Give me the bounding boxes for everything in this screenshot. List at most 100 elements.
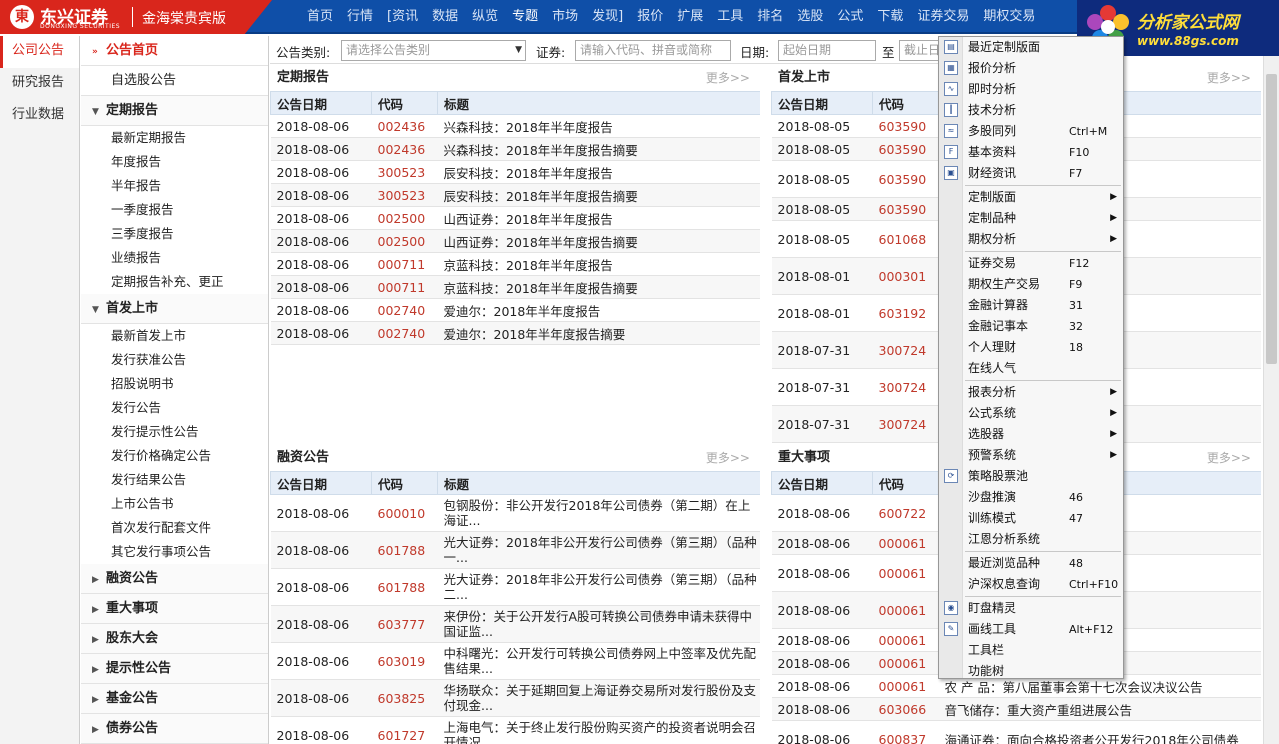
tree-section-collapsed[interactable]: ▶ 基金公告 <box>81 684 268 714</box>
menu-item[interactable]: 金融计算器 31 <box>939 295 1123 316</box>
menu-item[interactable]: 金融记事本 32 <box>939 316 1123 337</box>
cell-code[interactable]: 603777 <box>371 605 438 643</box>
cell-title[interactable]: 京蓝科技：2018年半年度报告摘要 <box>437 275 760 299</box>
column-header[interactable]: 标题 <box>437 471 760 495</box>
cell-title[interactable]: 光大证券：2018年非公开发行公司债券（第三期）（品种一... <box>437 531 760 569</box>
nav-item[interactable]: 纵览 <box>465 0 505 34</box>
tree-section-collapsed[interactable]: ▶ 债券公告 <box>81 714 268 744</box>
column-header[interactable]: 代码 <box>371 91 438 115</box>
column-header[interactable]: 代码 <box>872 471 939 495</box>
cell-title[interactable]: 爱迪尔：2018年半年度报告 <box>437 298 760 322</box>
table-row[interactable]: 2018-08-06 002436 兴森科技：2018年半年度报告摘要 <box>270 137 760 161</box>
menu-item[interactable]: 定制品种 ▶ <box>939 208 1123 229</box>
cell-code[interactable]: 603825 <box>371 679 438 717</box>
table-row[interactable]: 2018-08-06 300523 辰安科技：2018年半年度报告摘要 <box>270 183 760 207</box>
table-row[interactable]: 2018-08-06 603777 来伊份：关于公开发行A股可转换公司债券申请未获得… <box>270 605 760 643</box>
more-link[interactable]: 更多>> <box>706 445 750 471</box>
tree-child-item[interactable]: 发行公告 <box>81 396 268 420</box>
nav-item[interactable]: 证券交易 <box>910 0 976 34</box>
menu-item[interactable]: 训练模式 47 <box>939 508 1123 529</box>
cell-title[interactable]: 来伊份：关于公开发行A股可转换公司债券申请未获得中国证监... <box>437 605 760 643</box>
menu-item[interactable]: F 基本资料 F10 <box>939 142 1123 163</box>
menu-item[interactable]: ▣ 财经资讯 F7 <box>939 163 1123 184</box>
cell-code[interactable]: 600722 <box>872 494 939 532</box>
cell-code[interactable]: 603590 <box>872 160 939 198</box>
menu-item[interactable]: ▦ 报价分析 <box>939 58 1123 79</box>
cell-code[interactable]: 300724 <box>872 331 939 369</box>
cell-title[interactable]: 音飞储存：重大资产重组进展公告 <box>938 697 1261 721</box>
column-header[interactable]: 公告日期 <box>270 471 372 495</box>
cell-code[interactable]: 000061 <box>872 591 939 629</box>
cell-title[interactable]: 兴森科技：2018年半年度报告 <box>437 114 760 138</box>
rail-item-industry-data[interactable]: 行业数据 <box>0 100 79 132</box>
tree-child-item[interactable]: 三季度报告 <box>81 222 268 246</box>
category-select[interactable]: 请选择公告类别 ▼ <box>341 40 526 61</box>
table-row[interactable]: 2018-08-06 002500 山西证券：2018年半年度报告 <box>270 206 760 230</box>
more-link[interactable]: 更多>> <box>1207 65 1251 91</box>
tree-child-item[interactable]: 招股说明书 <box>81 372 268 396</box>
cell-code[interactable]: 603066 <box>872 697 939 721</box>
cell-title[interactable]: 上海电气：关于终止发行股份购买资产的投资者说明会召开情况... <box>437 716 760 744</box>
menu-item[interactable]: 功能树 <box>939 661 1123 682</box>
vertical-scrollbar[interactable] <box>1263 56 1279 744</box>
cell-code[interactable]: 002500 <box>371 206 438 230</box>
cell-code[interactable]: 000711 <box>371 252 438 276</box>
cell-code[interactable]: 300523 <box>371 183 438 207</box>
cell-code[interactable]: 000061 <box>872 628 939 652</box>
cell-code[interactable]: 600837 <box>872 720 939 744</box>
menu-item[interactable]: 公式系统 ▶ <box>939 403 1123 424</box>
cell-code[interactable]: 002740 <box>371 321 438 345</box>
column-header[interactable]: 标题 <box>437 91 760 115</box>
brand-logo[interactable]: 東 东兴证券 DONGXING SECURITIES 金海棠贵宾版 <box>0 0 272 34</box>
tree-child-item[interactable]: 业绩报告 <box>81 246 268 270</box>
cell-code[interactable]: 601068 <box>872 220 939 258</box>
menu-item[interactable]: 个人理财 18 <box>939 337 1123 358</box>
table-row[interactable]: 2018-08-06 000711 京蓝科技：2018年半年度报告摘要 <box>270 275 760 299</box>
cell-code[interactable]: 000711 <box>371 275 438 299</box>
nav-item[interactable]: 专题 <box>505 0 545 34</box>
more-link[interactable]: 更多>> <box>1207 445 1251 471</box>
cell-code[interactable]: 603192 <box>872 294 939 332</box>
table-row[interactable]: 2018-08-06 603066 音飞储存：重大资产重组进展公告 <box>771 697 1261 721</box>
cell-code[interactable]: 603590 <box>872 137 939 161</box>
nav-item[interactable]: 首页 <box>300 0 340 34</box>
start-date-input[interactable]: 起始日期 <box>778 40 876 61</box>
cell-code[interactable]: 603019 <box>371 642 438 680</box>
column-header[interactable]: 公告日期 <box>771 91 873 115</box>
menu-item[interactable]: ≈ 多股同列 Ctrl+M <box>939 121 1123 142</box>
table-row[interactable]: 2018-08-06 601788 光大证券：2018年非公开发行公司债券（第三期）… <box>270 568 760 606</box>
column-header[interactable]: 公告日期 <box>270 91 372 115</box>
tree-child-item[interactable]: 半年报告 <box>81 174 268 198</box>
menu-item[interactable]: ✎ 画线工具 Alt+F12 <box>939 619 1123 640</box>
cell-title[interactable]: 包钢股份：非公开发行2018年公司债券（第二期）在上海证... <box>437 494 760 532</box>
tree-child-item[interactable]: 其它发行事项公告 <box>81 540 268 564</box>
nav-item[interactable]: 数据 <box>425 0 465 34</box>
cell-code[interactable]: 002436 <box>371 137 438 161</box>
menu-item[interactable]: ⟳ 策略股票池 <box>939 466 1123 487</box>
tree-section-periodic[interactable]: ▼ 定期报告 <box>81 96 268 126</box>
cell-title[interactable]: 辰安科技：2018年半年度报告摘要 <box>437 183 760 207</box>
menu-item[interactable]: 江恩分析系统 <box>939 529 1123 550</box>
cell-title[interactable]: 兴森科技：2018年半年度报告摘要 <box>437 137 760 161</box>
table-row[interactable]: 2018-08-06 603019 中科曙光：公开发行可转换公司债券网上中签率及优先… <box>270 642 760 680</box>
tree-item-watchlist[interactable]: 自选股公告 <box>81 66 268 96</box>
nav-item[interactable]: 下载 <box>870 0 910 34</box>
cell-code[interactable]: 300724 <box>872 405 939 443</box>
cell-title[interactable]: 光大证券：2018年非公开发行公司债券（第三期）（品种二... <box>437 568 760 606</box>
table-row[interactable]: 2018-08-06 300523 辰安科技：2018年半年度报告 <box>270 160 760 184</box>
cell-code[interactable]: 002740 <box>371 298 438 322</box>
cell-title[interactable]: 辰安科技：2018年半年度报告 <box>437 160 760 184</box>
tree-section-collapsed[interactable]: ▶ 重大事项 <box>81 594 268 624</box>
nav-item[interactable]: 市场 <box>545 0 585 34</box>
menu-item[interactable]: 在线人气 <box>939 358 1123 379</box>
nav-item[interactable]: 公式 <box>830 0 870 34</box>
cell-code[interactable]: 601727 <box>371 716 438 744</box>
tree-child-item[interactable]: 首次发行配套文件 <box>81 516 268 540</box>
nav-item[interactable]: 行情 <box>340 0 380 34</box>
menu-item[interactable]: ▤ 最近定制版面 <box>939 37 1123 58</box>
menu-item[interactable]: 期权生产交易 F9 <box>939 274 1123 295</box>
cell-title[interactable]: 华扬联众：关于延期回复上海证券交易所对发行股份及支付现金... <box>437 679 760 717</box>
nav-item[interactable]: 工具 <box>710 0 750 34</box>
cell-title[interactable]: 爱迪尔：2018年半年度报告摘要 <box>437 321 760 345</box>
menu-item[interactable]: 选股器 ▶ <box>939 424 1123 445</box>
